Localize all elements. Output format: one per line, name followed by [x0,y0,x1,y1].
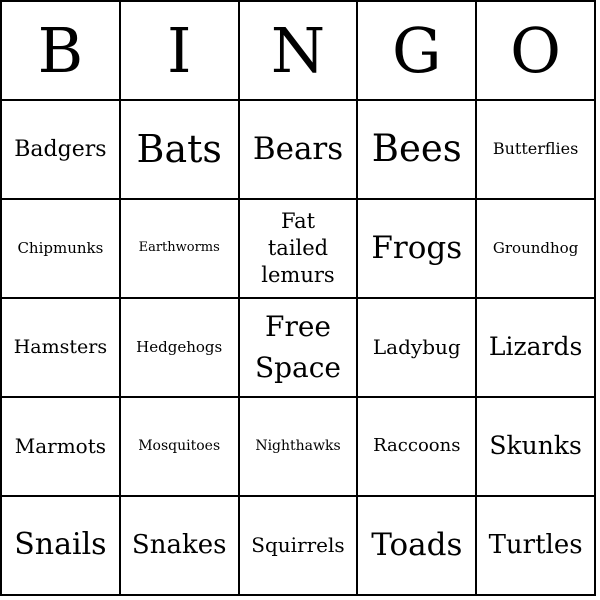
header-row: B I N G O [0,0,596,101]
header-letter-g: G [356,0,478,101]
bingo-cell[interactable]: Snails [0,495,121,596]
bingo-cell[interactable]: Toads [356,495,478,596]
bingo-cell[interactable]: Mosquitoes [118,396,240,497]
bingo-cell[interactable]: Skunks [475,396,596,497]
bingo-cell[interactable]: Nighthawks [237,396,359,497]
bingo-cell[interactable]: Butterflies [475,99,596,200]
free-space-cell[interactable]: Free Space [237,297,359,398]
bingo-cell[interactable]: Earthworms [118,198,240,299]
bingo-cell[interactable]: Ladybug [356,297,478,398]
bingo-cell[interactable]: Bats [118,99,240,200]
bingo-cell[interactable]: Squirrels [237,495,359,596]
card-row: Snails Snakes Squirrels Toads Turtles [0,495,596,596]
bingo-cell[interactable]: Lizards [475,297,596,398]
bingo-cell[interactable]: Marmots [0,396,121,497]
bingo-cell[interactable]: Raccoons [356,396,478,497]
bingo-card: B I N G O Badgers Bats Bears Bees Butter… [0,0,596,596]
card-row: Badgers Bats Bears Bees Butterflies [0,99,596,200]
bingo-cell[interactable]: Groundhog [475,198,596,299]
card-row: Marmots Mosquitoes Nighthawks Raccoons S… [0,396,596,497]
bingo-cell[interactable]: Bears [237,99,359,200]
bingo-cell[interactable]: Hedgehogs [118,297,240,398]
bingo-cell[interactable]: Chipmunks [0,198,121,299]
bingo-cell[interactable]: Turtles [475,495,596,596]
header-letter-n: N [237,0,359,101]
header-letter-i: I [118,0,240,101]
bingo-cell[interactable]: Bees [356,99,478,200]
bingo-cell[interactable]: Badgers [0,99,121,200]
bingo-cell[interactable]: Fat tailed lemurs [237,198,359,299]
header-letter-o: O [475,0,596,101]
card-row: Chipmunks Earthworms Fat tailed lemurs F… [0,198,596,299]
bingo-cell[interactable]: Snakes [118,495,240,596]
header-letter-b: B [0,0,121,101]
bingo-cell[interactable]: Frogs [356,198,478,299]
bingo-cell[interactable]: Hamsters [0,297,121,398]
card-row: Hamsters Hedgehogs Free Space Ladybug Li… [0,297,596,398]
